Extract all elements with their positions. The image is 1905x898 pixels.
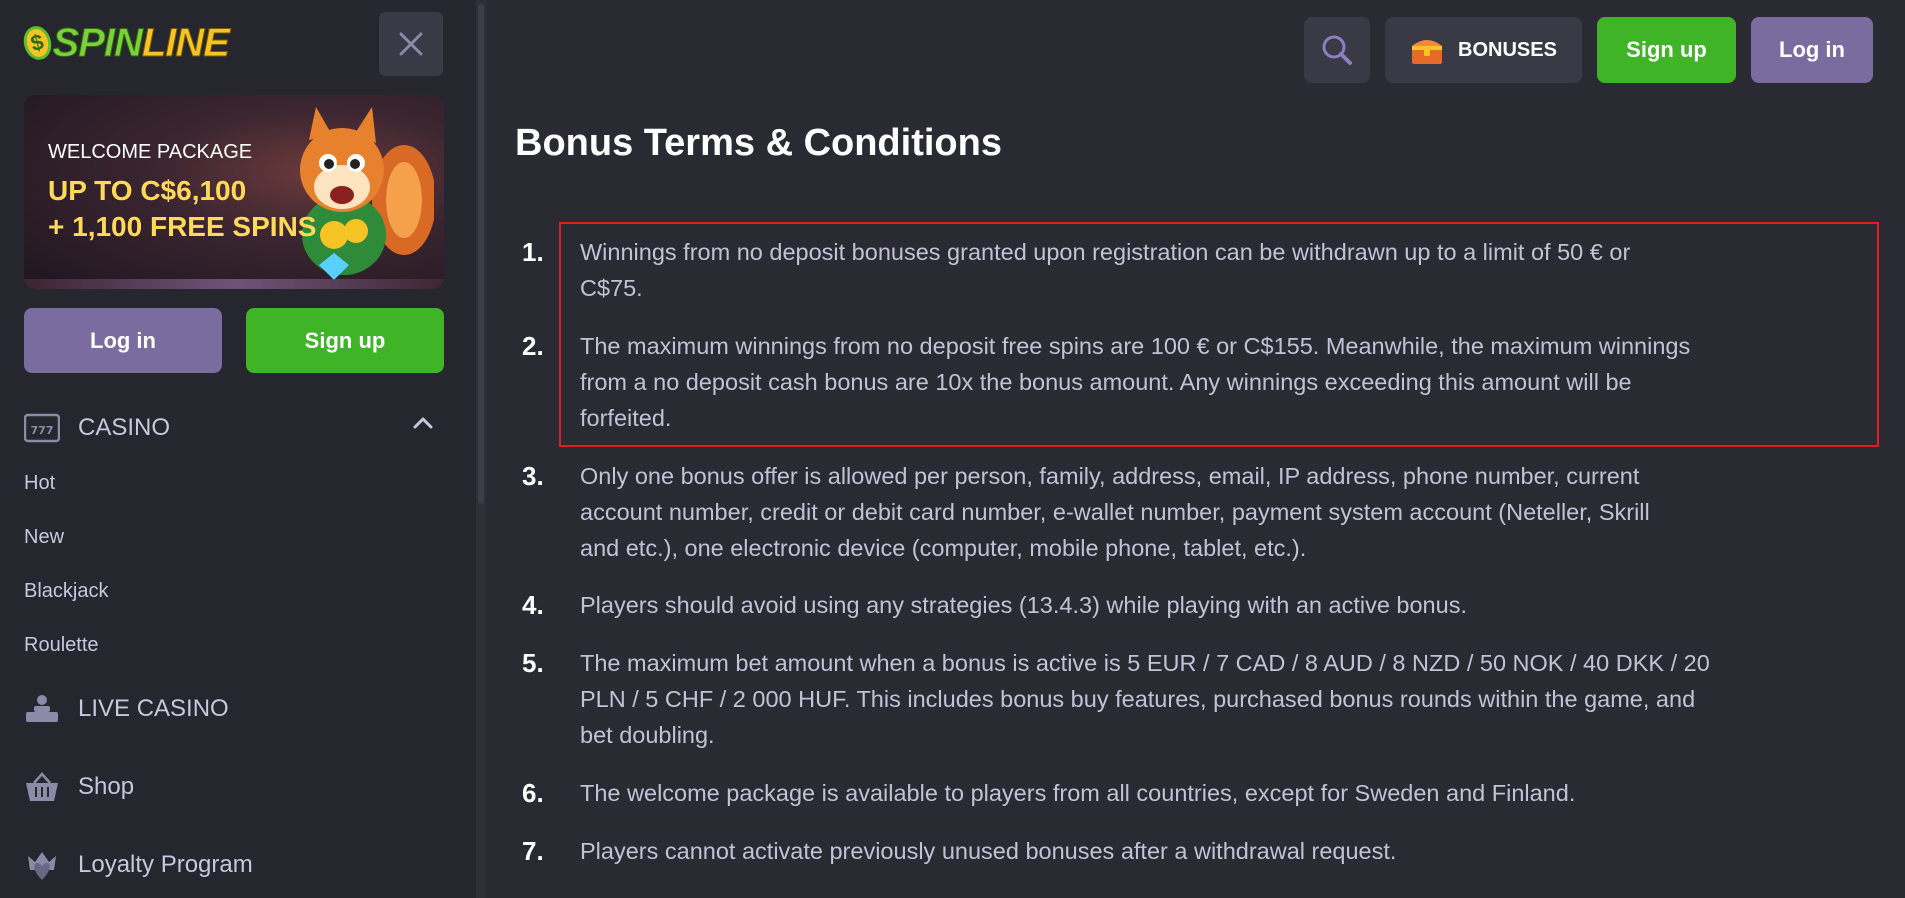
term-line: Winnings from no deposit bonuses granted… <box>580 239 1631 265</box>
term-line: Players should avoid using any strategie… <box>580 592 1467 618</box>
sidebar-scrollbar-thumb[interactable] <box>478 4 484 504</box>
term-number: 1. <box>522 237 544 267</box>
term-number: 3. <box>522 461 544 491</box>
sidebar-item-shop[interactable]: Shop <box>24 771 134 803</box>
term-line: The maximum bet amount when a bonus is a… <box>580 650 1710 676</box>
sidebar-scrollbar[interactable] <box>476 0 486 898</box>
term-number: 7. <box>522 836 544 866</box>
term-line: C$75. <box>580 275 643 301</box>
sidebar-signup-button[interactable]: Sign up <box>246 308 444 373</box>
term-line: The welcome package is available to play… <box>580 780 1576 806</box>
term-item: 3. Only one bonus offer is allowed per p… <box>520 458 1880 566</box>
logo-wordmark: SPINLINE <box>52 20 230 66</box>
sidebar-item-label: CASINO <box>78 414 171 441</box>
header-login-button[interactable]: Log in <box>1751 17 1873 83</box>
sidebar-login-button[interactable]: Log in <box>24 308 222 373</box>
page-title: Bonus Terms & Conditions <box>515 122 1002 164</box>
search-button[interactable] <box>1304 17 1370 83</box>
logo-coin-icon: $ <box>20 23 55 63</box>
live-dealer-icon <box>24 693 60 725</box>
term-line: Players cannot activate previously unuse… <box>580 838 1397 864</box>
term-number: 6. <box>522 778 544 808</box>
sidebar-item-label: LIVE CASINO <box>78 695 229 722</box>
term-number: 2. <box>522 331 544 361</box>
close-icon <box>399 32 423 56</box>
treasure-chest-icon <box>1412 40 1443 64</box>
sidebar-subitem-blackjack[interactable]: Blackjack <box>24 580 108 603</box>
basket-icon <box>24 771 60 803</box>
spinline-logo[interactable]: $ SPINLINE <box>20 10 231 76</box>
term-item: 2. The maximum winnings from no deposit … <box>520 328 1880 436</box>
term-line: The maximum winnings from no deposit fre… <box>580 333 1691 359</box>
sidebar-subitem-roulette[interactable]: Roulette <box>24 634 99 657</box>
slot-machine-icon: 777 <box>24 412 60 444</box>
term-line: PLN / 5 CHF / 2 000 HUF. This includes b… <box>580 686 1696 712</box>
sidebar-subitem-new[interactable]: New <box>24 526 64 549</box>
welcome-package-banner[interactable]: WELCOME PACKAGE UP TO C$6,100 + 1,100 FR… <box>24 95 444 289</box>
term-text: Players cannot activate previously unuse… <box>580 833 1880 869</box>
search-icon <box>1322 35 1352 65</box>
term-line: Only one bonus offer is allowed per pers… <box>580 463 1640 489</box>
sidebar: $ SPINLINE WELCOME PACKAGE UP TO C$6,100… <box>0 0 476 898</box>
term-item: 4. Players should avoid using any strate… <box>520 587 1880 623</box>
term-text: The maximum winnings from no deposit fre… <box>580 328 1880 436</box>
term-item: 1. Winnings from no deposit bonuses gran… <box>520 234 1880 306</box>
term-text: Winnings from no deposit bonuses granted… <box>580 234 1880 306</box>
bonuses-label: BONUSES <box>1458 38 1557 61</box>
term-line: bet doubling. <box>580 722 715 748</box>
term-text: Only one bonus offer is allowed per pers… <box>580 458 1880 566</box>
close-sidebar-button[interactable] <box>379 12 443 76</box>
logo-line-text: LINE <box>141 20 230 65</box>
loyalty-crown-icon <box>24 849 60 881</box>
sidebar-item-casino[interactable]: 777 CASINO <box>24 412 170 444</box>
squirrel-mascot-icon <box>300 107 434 280</box>
term-text: The maximum bet amount when a bonus is a… <box>580 645 1880 753</box>
term-line: and etc.), one electronic device (comput… <box>580 535 1307 561</box>
term-line: account number, credit or debit card num… <box>580 499 1650 525</box>
banner-offer-spins: + 1,100 FREE SPINS <box>48 211 317 242</box>
logo-spin-text: SPIN <box>52 20 143 65</box>
term-text: The welcome package is available to play… <box>580 775 1880 811</box>
term-line: from a no deposit cash bonus are 10x the… <box>580 369 1632 395</box>
bonuses-button[interactable]: BONUSES <box>1385 17 1582 83</box>
term-text: Players should avoid using any strategie… <box>580 587 1880 623</box>
term-line: forfeited. <box>580 405 672 431</box>
term-item: 5. The maximum bet amount when a bonus i… <box>520 645 1880 753</box>
term-number: 4. <box>522 590 544 620</box>
term-item: 7. Players cannot activate previously un… <box>520 833 1880 869</box>
sidebar-item-label: Loyalty Program <box>78 851 253 878</box>
chevron-up-icon[interactable] <box>410 410 436 436</box>
banner-welcome-text: WELCOME PACKAGE <box>48 141 253 163</box>
svg-text:777: 777 <box>31 424 54 437</box>
sidebar-item-loyalty-program[interactable]: Loyalty Program <box>24 849 253 881</box>
sidebar-item-live-casino[interactable]: LIVE CASINO <box>24 693 229 725</box>
term-number: 5. <box>522 648 544 678</box>
sidebar-subitem-hot[interactable]: Hot <box>24 472 55 495</box>
term-item: 6. The welcome package is available to p… <box>520 775 1880 811</box>
banner-offer-amount: UP TO C$6,100 <box>48 175 247 206</box>
header-signup-button[interactable]: Sign up <box>1597 17 1736 83</box>
sidebar-item-label: Shop <box>78 773 135 800</box>
banner-bottom-edge <box>24 279 444 289</box>
